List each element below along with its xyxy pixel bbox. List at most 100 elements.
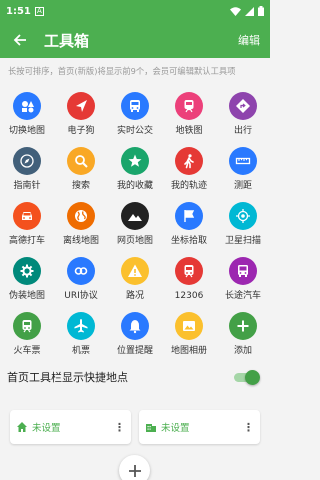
walking-icon [175, 147, 203, 175]
more-vert-icon[interactable]: ⋮ [243, 421, 254, 434]
bus-icon [121, 92, 149, 120]
tool-item[interactable]: 火车票 [0, 312, 54, 357]
tool-item[interactable]: 添加 [216, 312, 270, 357]
tool-label: 测距 [233, 181, 252, 191]
train-icon [175, 257, 203, 285]
tool-label: 出行 [233, 126, 252, 136]
tool-item[interactable]: 离线地图 [54, 202, 108, 247]
globe-icon [67, 202, 95, 230]
tool-item[interactable]: 12306 [162, 257, 216, 302]
tool-label: 搜索 [71, 181, 90, 191]
tool-label: 卫星扫描 [224, 236, 261, 246]
page-title: 工具箱 [44, 31, 90, 50]
tool-item[interactable]: 网页地图 [108, 202, 162, 247]
tool-item[interactable]: 切换地图 [0, 92, 54, 137]
photo-icon [175, 312, 203, 340]
tool-item[interactable]: 路况 [108, 257, 162, 302]
battery-icon [258, 6, 264, 16]
tool-label: 火车票 [13, 346, 41, 356]
tool-label: URI协议 [64, 291, 98, 301]
back-arrow-icon [13, 34, 26, 46]
app-bar: 工具箱 编辑 [0, 22, 270, 58]
tool-label: 伪装地图 [8, 291, 45, 301]
signal-icon [245, 6, 254, 16]
airplane-icon [67, 312, 95, 340]
switch-map-icon [13, 92, 41, 120]
add-place-button[interactable] [119, 455, 150, 480]
tool-item[interactable]: 指南针 [0, 147, 54, 192]
tool-label: 位置提醒 [116, 346, 153, 356]
tool-label: 网页地图 [116, 236, 153, 246]
star-icon [121, 147, 149, 175]
flag-icon [175, 202, 203, 230]
sort-hint: 长按可排序，首页(新版)将显示前9个，会员可编辑默认工具项 [8, 66, 236, 76]
tool-item[interactable]: 位置提醒 [108, 312, 162, 357]
wifi-icon [230, 6, 241, 16]
tool-label: 机票 [71, 346, 90, 356]
tool-item[interactable]: 坐标拾取 [162, 202, 216, 247]
plus-icon [229, 312, 257, 340]
home-place-card[interactable]: 未设置 ⋮ [10, 410, 131, 444]
tool-label: 路况 [125, 291, 144, 301]
tool-item[interactable]: 我的轨迹 [162, 147, 216, 192]
back-button[interactable] [0, 22, 40, 58]
subway-icon [175, 92, 203, 120]
tool-label: 地铁图 [175, 126, 203, 136]
edit-button[interactable]: 编辑 [238, 32, 260, 48]
tool-label: 地图相册 [170, 346, 207, 356]
tool-grid: 切换地图 电子狗 实时公交 地铁图 出行指南针 搜索 我的收藏 我的轨迹 测距高德打车 离线地图 网… [0, 92, 270, 357]
tool-label: 实时公交 [116, 126, 153, 136]
tool-label: 指南针 [13, 181, 41, 191]
tool-item[interactable]: 卫星扫描 [216, 202, 270, 247]
bell-icon [121, 312, 149, 340]
mountains-icon [121, 202, 149, 230]
coach-icon [229, 257, 257, 285]
tool-item[interactable]: 长途汽车 [216, 257, 270, 302]
tool-item[interactable]: 测距 [216, 147, 270, 192]
tool-item[interactable]: 实时公交 [108, 92, 162, 137]
more-vert-icon[interactable]: ⋮ [114, 421, 125, 434]
ruler-icon [229, 147, 257, 175]
plus-icon [128, 464, 141, 477]
satellite-icon [229, 202, 257, 230]
car-icon [13, 202, 41, 230]
navigation-arrow-icon [67, 92, 95, 120]
gear-icon [13, 257, 41, 285]
tool-label: 切换地图 [8, 126, 45, 136]
tool-item[interactable]: 电子狗 [54, 92, 108, 137]
tool-item[interactable]: 我的收藏 [108, 147, 162, 192]
compass-icon [13, 147, 41, 175]
tool-label: 添加 [233, 346, 252, 356]
tool-item[interactable]: 地铁图 [162, 92, 216, 137]
tool-label: 我的收藏 [116, 181, 153, 191]
tool-label: 坐标拾取 [170, 236, 207, 246]
toggle-thumb [245, 370, 260, 385]
tool-label: 12306 [174, 291, 204, 301]
status-time: 1:51 [6, 5, 31, 17]
work-place-card[interactable]: 未设置 ⋮ [139, 410, 260, 444]
directions-icon [229, 92, 257, 120]
train-ticket-icon [13, 312, 41, 340]
tool-item[interactable]: 出行 [216, 92, 270, 137]
tool-label: 高德打车 [8, 236, 45, 246]
quick-places-label: 首页工具栏显示快捷地点 [7, 371, 128, 384]
tool-item[interactable]: 地图相册 [162, 312, 216, 357]
tool-item[interactable]: 高德打车 [0, 202, 54, 247]
tool-item[interactable]: URI协议 [54, 257, 108, 302]
tool-item[interactable]: 伪装地图 [0, 257, 54, 302]
tool-label: 电子狗 [67, 126, 95, 136]
tool-item[interactable]: 搜索 [54, 147, 108, 192]
warning-icon [121, 257, 149, 285]
tool-item[interactable]: 机票 [54, 312, 108, 357]
tool-label: 我的轨迹 [170, 181, 207, 191]
quick-places-row: 首页工具栏显示快捷地点 [0, 366, 270, 388]
status-bar: 1:51 A [0, 0, 270, 22]
work-place-label: 未设置 [161, 423, 190, 434]
tool-label: 离线地图 [62, 236, 99, 246]
link-icon [67, 257, 95, 285]
notification-icon: A [34, 6, 44, 16]
search-icon [67, 147, 95, 175]
building-icon [145, 421, 157, 433]
quick-places-toggle[interactable] [234, 370, 260, 385]
quick-places-cards: 未设置 ⋮ 未设置 ⋮ [10, 410, 260, 444]
